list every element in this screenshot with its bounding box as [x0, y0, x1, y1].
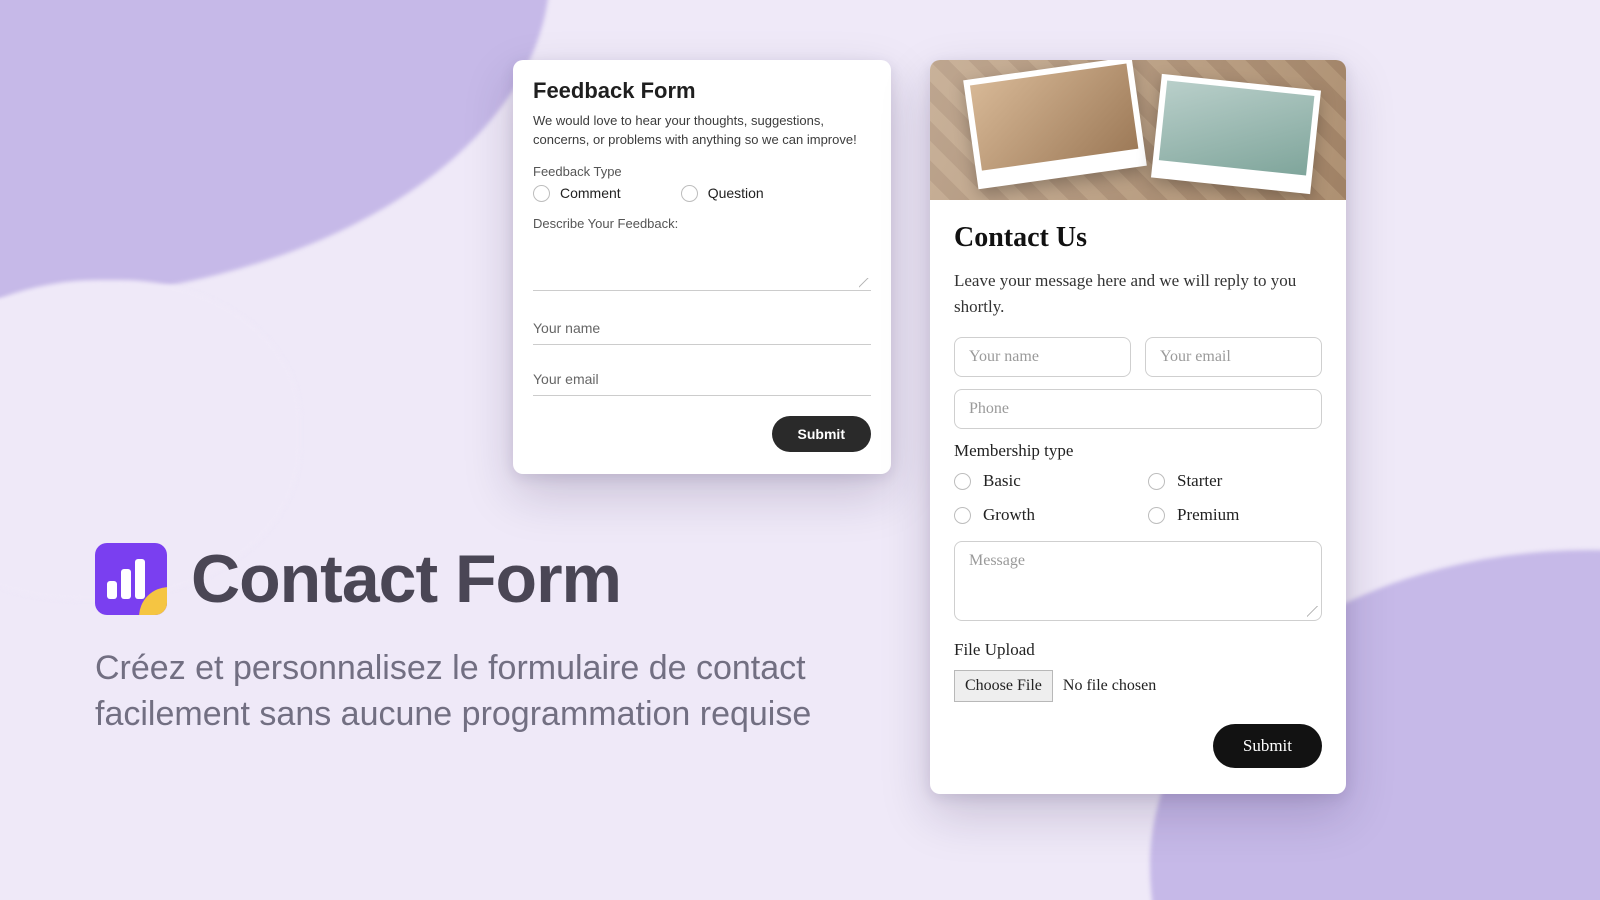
radio-label: Basic — [983, 471, 1021, 491]
contact-phone-input[interactable] — [954, 389, 1322, 429]
contact-hero-image — [930, 60, 1346, 200]
membership-premium-radio[interactable]: Premium — [1148, 505, 1322, 525]
radio-label: Premium — [1177, 505, 1239, 525]
polaroid-photo-icon — [1151, 74, 1321, 194]
membership-basic-radio[interactable]: Basic — [954, 471, 1128, 491]
radio-label: Starter — [1177, 471, 1222, 491]
radio-label: Growth — [983, 505, 1035, 525]
file-upload-label: File Upload — [954, 640, 1322, 660]
contact-name-input[interactable] — [954, 337, 1131, 377]
radio-label: Question — [708, 185, 764, 201]
contact-submit-button[interactable]: Submit — [1213, 724, 1322, 768]
hero-title: Contact Form — [191, 540, 621, 618]
feedback-describe-label: Describe Your Feedback: — [533, 216, 871, 231]
polaroid-photo-icon — [963, 60, 1147, 189]
contact-message-textarea[interactable] — [954, 541, 1322, 621]
feedback-title: Feedback Form — [533, 78, 871, 104]
feedback-description: We would love to hear your thoughts, sug… — [533, 112, 871, 150]
hero-subtitle: Créez et personnalisez le formulaire de … — [95, 646, 895, 738]
file-chosen-status: No file chosen — [1063, 677, 1156, 695]
feedback-form-card: Feedback Form We would love to hear your… — [513, 60, 891, 474]
feedback-type-label: Feedback Type — [533, 164, 871, 179]
radio-label: Comment — [560, 185, 621, 201]
feedback-name-input[interactable] — [533, 310, 871, 345]
contact-title: Contact Us — [954, 222, 1322, 254]
contact-description: Leave your message here and we will repl… — [954, 268, 1322, 319]
radio-icon — [1148, 473, 1165, 490]
background-blob — [0, 0, 550, 300]
membership-starter-radio[interactable]: Starter — [1148, 471, 1322, 491]
radio-icon — [954, 507, 971, 524]
app-logo-icon — [95, 543, 167, 615]
contact-email-input[interactable] — [1145, 337, 1322, 377]
radio-icon — [533, 185, 550, 202]
choose-file-button[interactable]: Choose File — [954, 670, 1053, 702]
radio-icon — [681, 185, 698, 202]
contact-form-card: Contact Us Leave your message here and w… — [930, 60, 1346, 794]
membership-growth-radio[interactable]: Growth — [954, 505, 1128, 525]
hero: Contact Form Créez et personnalisez le f… — [95, 540, 895, 738]
membership-type-label: Membership type — [954, 441, 1322, 461]
feedback-type-question-radio[interactable]: Question — [681, 185, 764, 202]
feedback-type-comment-radio[interactable]: Comment — [533, 185, 621, 202]
feedback-submit-button[interactable]: Submit — [772, 416, 871, 452]
radio-icon — [1148, 507, 1165, 524]
radio-icon — [954, 473, 971, 490]
feedback-describe-textarea[interactable] — [533, 237, 871, 291]
feedback-email-input[interactable] — [533, 361, 871, 396]
